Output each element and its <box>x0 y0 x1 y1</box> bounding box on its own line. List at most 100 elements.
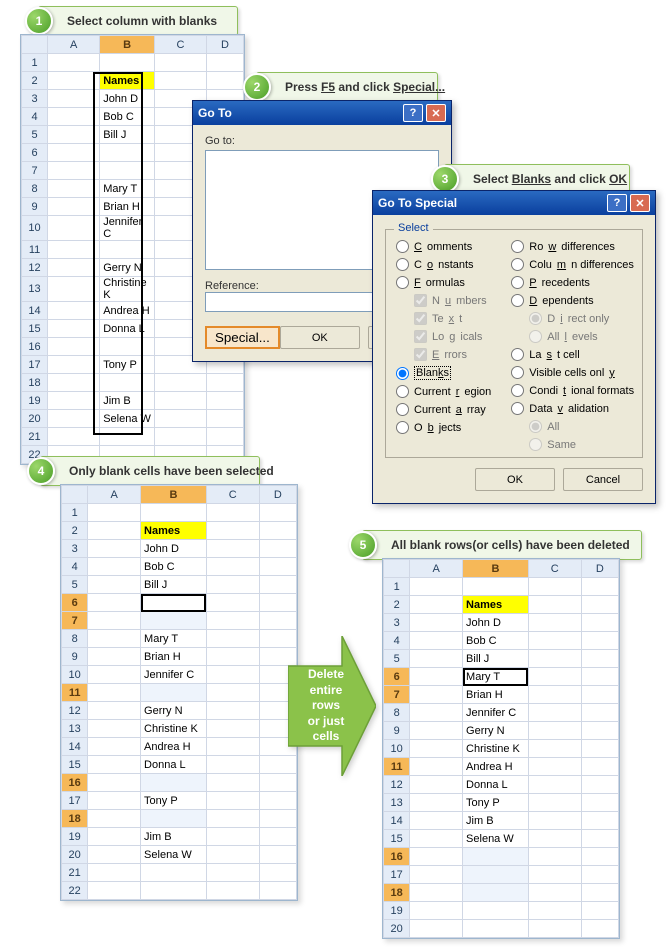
cell[interactable] <box>48 356 100 374</box>
opt-current-array[interactable]: Current array <box>396 403 491 416</box>
opt-data-val[interactable]: Data validation <box>511 402 634 415</box>
cell[interactable]: Brian H <box>141 648 207 666</box>
cell[interactable] <box>581 848 618 866</box>
close-icon[interactable]: ✕ <box>426 104 446 122</box>
row-4[interactable]: 4 <box>62 558 88 576</box>
cell[interactable] <box>206 810 259 828</box>
cell[interactable] <box>88 720 141 738</box>
row-14[interactable]: 14 <box>384 812 410 830</box>
cell[interactable]: Christine K <box>141 720 207 738</box>
cell[interactable]: Christine K <box>100 277 155 302</box>
cell[interactable] <box>410 596 463 614</box>
goto-ok-button[interactable]: OK <box>280 326 360 349</box>
row-9[interactable]: 9 <box>384 722 410 740</box>
cell[interactable] <box>141 864 207 882</box>
cell[interactable] <box>463 920 529 938</box>
cell[interactable] <box>581 686 618 704</box>
row-22[interactable]: 22 <box>62 882 88 900</box>
row-9[interactable]: 9 <box>62 648 88 666</box>
cell[interactable] <box>581 758 618 776</box>
row-16[interactable]: 16 <box>22 338 48 356</box>
cell[interactable] <box>410 812 463 830</box>
opt-dependents[interactable]: Dependents <box>511 294 634 307</box>
cell[interactable] <box>528 776 581 794</box>
cell[interactable] <box>48 259 100 277</box>
cell[interactable]: Andrea H <box>463 758 529 776</box>
row-6[interactable]: 6 <box>62 594 88 612</box>
cell[interactable] <box>206 774 259 792</box>
opt-row-diff[interactable]: Row differences <box>511 240 634 253</box>
cell[interactable] <box>207 392 244 410</box>
cell[interactable] <box>88 594 141 612</box>
cell[interactable]: Mary T <box>463 668 529 686</box>
cell[interactable]: John D <box>141 540 207 558</box>
cell[interactable]: Donna L <box>141 756 207 774</box>
row-11[interactable]: 11 <box>384 758 410 776</box>
cell[interactable] <box>48 54 100 72</box>
cell[interactable]: Brian H <box>463 686 529 704</box>
row-19[interactable]: 19 <box>22 392 48 410</box>
cell[interactable] <box>259 504 296 522</box>
cell[interactable]: Gerry N <box>141 702 207 720</box>
cell[interactable] <box>259 846 296 864</box>
cell[interactable] <box>259 828 296 846</box>
row-10[interactable]: 10 <box>62 666 88 684</box>
cell[interactable]: Bill J <box>141 576 207 594</box>
cell[interactable] <box>463 848 529 866</box>
row-15[interactable]: 15 <box>22 320 48 338</box>
cell[interactable] <box>100 144 155 162</box>
row-13[interactable]: 13 <box>62 720 88 738</box>
cell[interactable]: Andrea H <box>100 302 155 320</box>
cell[interactable]: Gerry N <box>100 259 155 277</box>
cell[interactable]: Mary T <box>100 180 155 198</box>
cell[interactable] <box>581 884 618 902</box>
cell[interactable] <box>154 72 206 90</box>
row-17[interactable]: 17 <box>62 792 88 810</box>
row-21[interactable]: 21 <box>22 428 48 446</box>
cell[interactable] <box>207 72 244 90</box>
cell[interactable] <box>410 794 463 812</box>
cell[interactable] <box>463 578 529 596</box>
cell[interactable]: Gerry N <box>463 722 529 740</box>
cell[interactable] <box>206 846 259 864</box>
cell[interactable] <box>259 558 296 576</box>
cell[interactable] <box>581 740 618 758</box>
cell[interactable] <box>141 504 207 522</box>
cell[interactable] <box>48 90 100 108</box>
row-9[interactable]: 9 <box>22 198 48 216</box>
cell[interactable] <box>206 576 259 594</box>
col-D[interactable]: D <box>259 486 296 504</box>
help-icon[interactable]: ? <box>607 194 627 212</box>
cell[interactable] <box>88 864 141 882</box>
cell[interactable] <box>206 864 259 882</box>
cell[interactable] <box>48 320 100 338</box>
row-1[interactable]: 1 <box>62 504 88 522</box>
row-8[interactable]: 8 <box>384 704 410 722</box>
cell[interactable] <box>48 180 100 198</box>
cell[interactable] <box>48 216 100 241</box>
corner-cell[interactable] <box>62 486 88 504</box>
cell[interactable] <box>259 864 296 882</box>
cell[interactable] <box>528 848 581 866</box>
row-8[interactable]: 8 <box>22 180 48 198</box>
gts-ok-button[interactable]: OK <box>475 468 555 491</box>
row-11[interactable]: 11 <box>62 684 88 702</box>
cell[interactable] <box>88 684 141 702</box>
cell[interactable]: John D <box>100 90 155 108</box>
cell[interactable] <box>206 558 259 576</box>
cell[interactable] <box>48 198 100 216</box>
row-3[interactable]: 3 <box>62 540 88 558</box>
cell[interactable] <box>88 774 141 792</box>
row-1[interactable]: 1 <box>384 578 410 596</box>
cell[interactable] <box>48 277 100 302</box>
cell[interactable] <box>259 756 296 774</box>
corner-cell[interactable] <box>384 560 410 578</box>
cell[interactable] <box>581 920 618 938</box>
row-7[interactable]: 7 <box>22 162 48 180</box>
cell[interactable]: Tony P <box>141 792 207 810</box>
row-5[interactable]: 5 <box>384 650 410 668</box>
cell[interactable] <box>259 666 296 684</box>
cell[interactable] <box>100 428 155 446</box>
row-15[interactable]: 15 <box>384 830 410 848</box>
cell[interactable] <box>100 241 155 259</box>
